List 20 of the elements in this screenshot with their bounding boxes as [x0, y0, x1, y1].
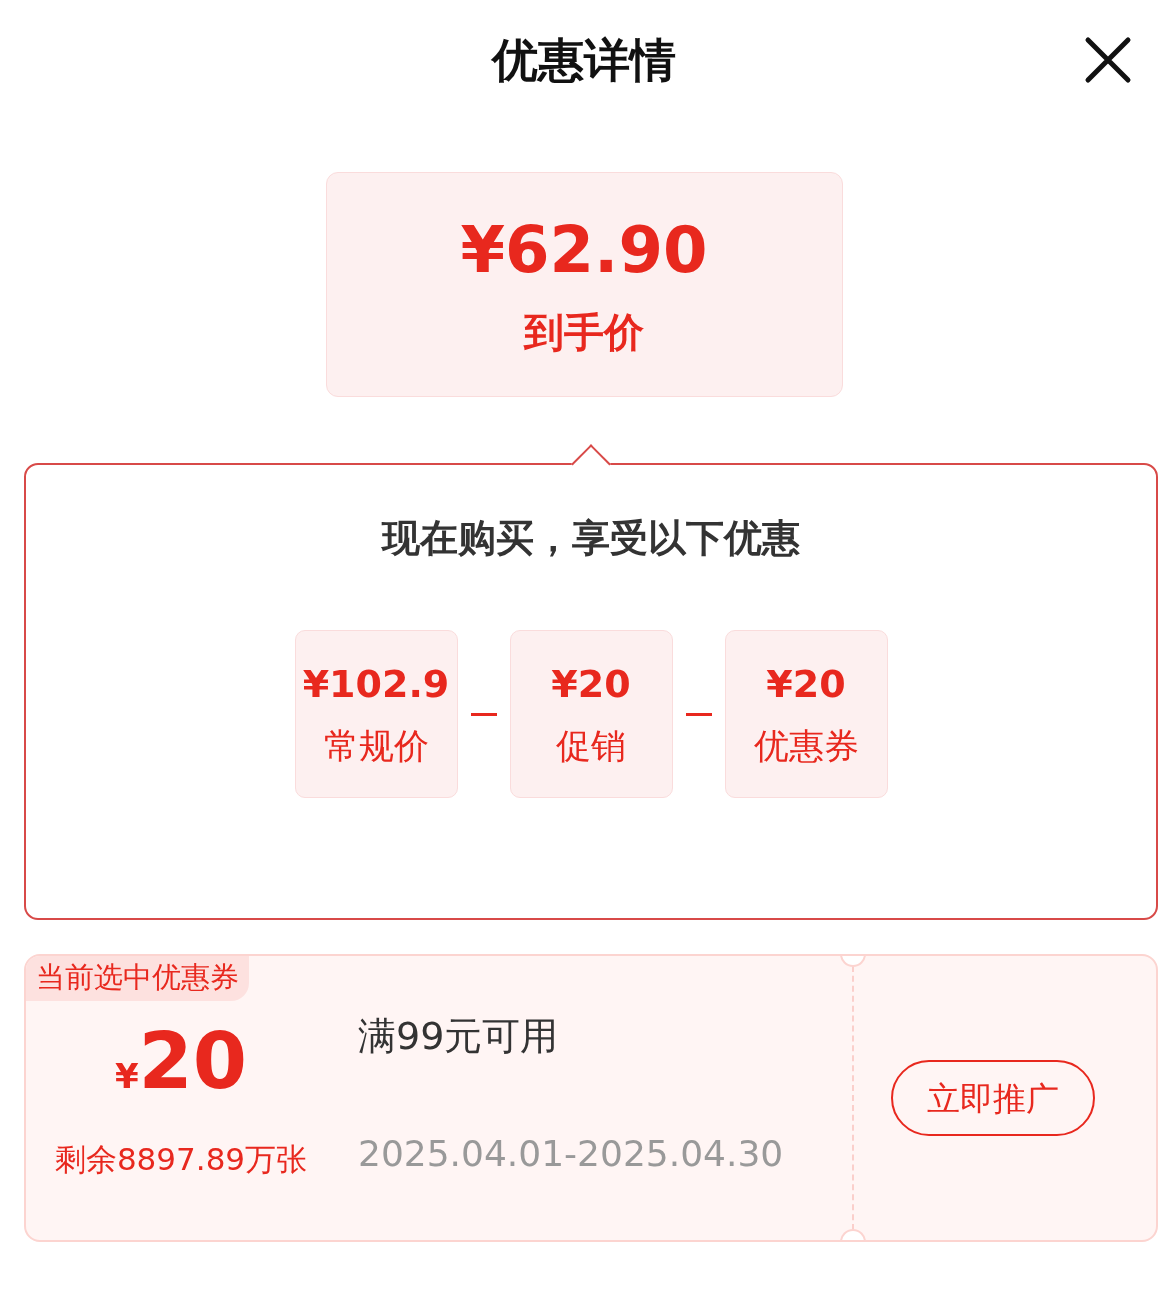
close-icon[interactable] [1084, 36, 1132, 84]
minus-icon [470, 712, 497, 716]
usage-condition: 满99元可用 [358, 1013, 560, 1060]
amount-value: ¥102.9 [302, 664, 450, 703]
amount-label: 优惠券 [753, 728, 859, 764]
panel-heading: 现在购买，享受以下优惠 [382, 519, 800, 557]
amount-value: ¥20 [766, 664, 846, 703]
coupon-amount: 20 [138, 1022, 248, 1100]
amount-label: 促销 [556, 728, 626, 764]
minus-icon [685, 712, 712, 716]
price-label: 到手价 [524, 311, 644, 352]
final-price: ¥62.90 [460, 217, 708, 282]
amount-label: 常规价 [323, 728, 429, 764]
selected-coupon-tag: 当前选中优惠券 [26, 956, 249, 1001]
remaining-count: 剩余8897.89万张 [54, 1140, 308, 1179]
promote-button[interactable]: 立即推广 [891, 1060, 1095, 1136]
dialog-title: 优惠详情 [492, 37, 676, 83]
amount-value: ¥20 [551, 664, 631, 703]
currency-symbol: ¥ [114, 1055, 139, 1098]
validity-period: 2025.04.01-2025.04.30 [358, 1132, 785, 1176]
